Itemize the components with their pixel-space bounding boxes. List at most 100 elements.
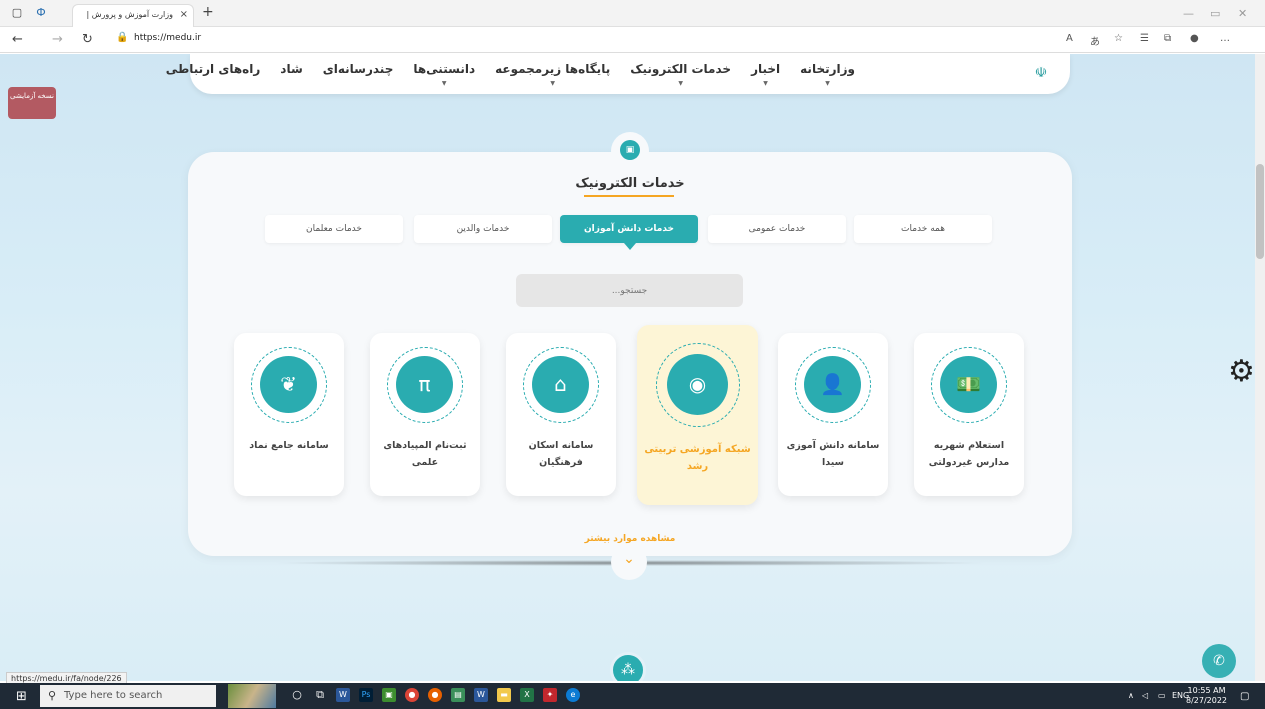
nav-menu: وزارتخانه ▼ اخبار ▼ خدمات الکترونیک ▼ پایگا… — [166, 62, 855, 87]
app-red-icon[interactable]: ✦ — [543, 688, 557, 702]
title-underline — [584, 195, 674, 197]
taskbar-search[interactable]: ⚲ Type here to search — [40, 685, 216, 707]
url-text: https://medu.ir — [134, 33, 202, 43]
excel-icon[interactable]: X — [520, 688, 534, 702]
file-explorer-icon[interactable]: ▬ — [497, 688, 511, 702]
page-viewport: وزارتخانه ▼ اخبار ▼ خدمات الکترونیک ▼ پایگا… — [0, 54, 1255, 681]
nav-item-news[interactable]: اخبار ▼ — [751, 62, 780, 87]
science-icon: π — [396, 356, 453, 413]
profile-icon[interactable]: ● — [1190, 33, 1199, 44]
translate-icon[interactable]: あ — [1090, 33, 1100, 48]
browser-tab[interactable]: وزارت آموزش و پرورش | × — [72, 4, 194, 27]
more-icon[interactable]: … — [1220, 33, 1230, 44]
see-more-link[interactable]: مشاهده موارد بیشتر — [188, 534, 1072, 544]
tab-parent-services[interactable]: خدمات والدین — [414, 215, 552, 243]
scrollbar-thumb[interactable] — [1256, 164, 1264, 259]
word-icon[interactable]: W — [336, 688, 350, 702]
card-icon-ring: 👤 — [795, 347, 871, 423]
close-window-icon[interactable]: ✕ — [1238, 7, 1247, 20]
nav-item-e-services[interactable]: خدمات الکترونیک ▼ — [630, 62, 731, 87]
network-icon[interactable]: ▭ — [1158, 691, 1166, 700]
chevron-down-icon: ▼ — [550, 80, 555, 87]
chevron-down-icon: ▼ — [441, 80, 447, 87]
nav-item-ministry[interactable]: وزارتخانه ▼ — [800, 62, 855, 87]
service-card-housing[interactable]: ⌂ سامانه اسکان فرهنگیان — [506, 333, 616, 496]
edge-icon[interactable]: e — [566, 688, 580, 702]
windows-taskbar: ⊞ ⚲ Type here to search ○ ⧉ W Ps ▣ ● ● ▤… — [0, 683, 1265, 709]
restore-icon[interactable]: ▭ — [1210, 7, 1220, 20]
chevron-down-icon: ▼ — [678, 80, 683, 87]
service-card-roshd[interactable]: ◉ شبکه آموزشی تربیتی رشد — [637, 325, 758, 505]
services-panel: خدمات الکترونیک همه خدمات خدمات عمومی خد… — [188, 152, 1072, 556]
chevron-down-icon: ▼ — [825, 80, 830, 87]
favorites-list-icon[interactable]: ☰ — [1140, 33, 1149, 44]
card-icon-ring: ◉ — [656, 343, 740, 427]
chevron-down-icon: ▼ — [763, 80, 768, 87]
roshd-icon: ◉ — [667, 354, 728, 415]
services-icon: ▣ — [620, 140, 640, 160]
services-title: خدمات الکترونیک — [575, 176, 685, 191]
tab-student-services[interactable]: خدمات دانش آموزان — [560, 215, 698, 250]
clock-date: 8/27/2022 — [1186, 696, 1228, 705]
tab-teacher-services[interactable]: خدمات معلمان — [265, 215, 403, 243]
student-icon: 👤 — [804, 356, 861, 413]
service-card-sida[interactable]: 👤 سامانه دانش آموزی سیدا — [778, 333, 888, 496]
collections-icon[interactable]: ⧉ — [1164, 33, 1171, 44]
refresh-icon[interactable]: ↻ — [82, 32, 93, 47]
card-label: سامانه جامع نماد — [249, 440, 329, 451]
firefox-icon[interactable]: ● — [428, 688, 442, 702]
search-icon: ⚲ — [48, 689, 57, 702]
tab-close-icon[interactable]: × — [180, 9, 188, 20]
word-doc-icon[interactable]: W — [474, 688, 488, 702]
task-view-icon[interactable]: ⧉ — [313, 688, 327, 702]
nav-item-shad[interactable]: شاد — [280, 62, 302, 76]
test-version-badge[interactable]: نسخه آزمایشی — [8, 87, 56, 119]
volume-icon[interactable]: ◁ — [1142, 691, 1148, 700]
card-icon-ring: ❦ — [251, 347, 327, 423]
tab-all-services[interactable]: همه خدمات — [854, 215, 992, 243]
house-icon: ⌂ — [532, 356, 589, 413]
search-highlight-image[interactable] — [228, 684, 276, 708]
site-navbar: وزارتخانه ▼ اخبار ▼ خدمات الکترونیک ▼ پایگا… — [166, 54, 1070, 94]
chat-support-icon[interactable]: ✆ — [1202, 644, 1236, 678]
service-card-namad[interactable]: ❦ سامانه جامع نماد — [234, 333, 344, 496]
tray-up-icon[interactable]: ∧ — [1128, 691, 1134, 700]
service-card-olympiad[interactable]: π ثبت‌نام المپیادهای علمی — [370, 333, 480, 496]
photos-icon[interactable]: ▣ — [382, 688, 396, 702]
favorite-icon[interactable]: ☆ — [1114, 33, 1123, 44]
iran-emblem-icon[interactable]: ☫ — [1032, 64, 1050, 82]
lock-icon[interactable]: 🔒 — [116, 32, 128, 43]
tab-actions-icon[interactable]: ▢ — [10, 7, 24, 19]
taskbar-clock[interactable]: 10:55 AM 8/27/2022 — [1186, 686, 1227, 706]
chrome-icon[interactable]: ● — [405, 688, 419, 702]
gear-icon[interactable]: ⚙ — [1228, 354, 1255, 389]
search-input[interactable] — [516, 274, 743, 307]
browser-tab-bar: ▢ Ф وزارت آموزش و پرورش | × + — ▭ ✕ — [0, 0, 1265, 27]
minimize-icon[interactable]: — — [1183, 7, 1194, 20]
app-icon[interactable]: ▤ — [451, 688, 465, 702]
money-icon: 💵 — [940, 356, 997, 413]
read-aloud-icon[interactable]: A — [1066, 33, 1073, 44]
nav-item-multimedia[interactable]: چندرسانه‌ای — [323, 62, 394, 76]
page-scrollbar[interactable] — [1255, 54, 1265, 681]
chevron-double-down-icon[interactable]: ⌄ — [611, 544, 647, 580]
url-field[interactable]: 🔒 https://medu.ir — [110, 31, 1055, 49]
nav-item-subsites[interactable]: پایگاه‌ها زیرمجموعه ▼ — [495, 62, 610, 87]
nav-item-knowledge[interactable]: دانستنی‌ها ▼ — [413, 62, 475, 87]
sitemap-icon[interactable]: ⁂ — [610, 652, 646, 681]
windows-start-icon[interactable]: ⊞ — [16, 689, 27, 704]
card-label: ثبت‌نام المپیادهای علمی — [383, 440, 467, 468]
back-icon[interactable]: ← — [12, 32, 23, 47]
tab-public-services[interactable]: خدمات عمومی — [708, 215, 846, 243]
address-bar: ← → ↻ 🔒 https://medu.ir A あ ☆ ☰ ⧉ ● … — [0, 27, 1265, 53]
card-icon-ring: 💵 — [931, 347, 1007, 423]
new-tab-button[interactable]: + — [202, 4, 214, 20]
forward-icon[interactable]: → — [52, 32, 63, 47]
notifications-icon[interactable]: ▢ — [1240, 691, 1249, 702]
service-card-tuition[interactable]: 💵 استعلام شهریه مدارس غیردولتی — [914, 333, 1024, 496]
nav-item-contact[interactable]: راه‌های ارتباطی — [166, 62, 260, 76]
photoshop-icon[interactable]: Ps — [359, 688, 373, 702]
card-label: سامانه دانش آموزی سیدا — [786, 440, 880, 468]
leaf-head-icon: ❦ — [260, 356, 317, 413]
cortana-icon[interactable]: ○ — [290, 688, 304, 702]
